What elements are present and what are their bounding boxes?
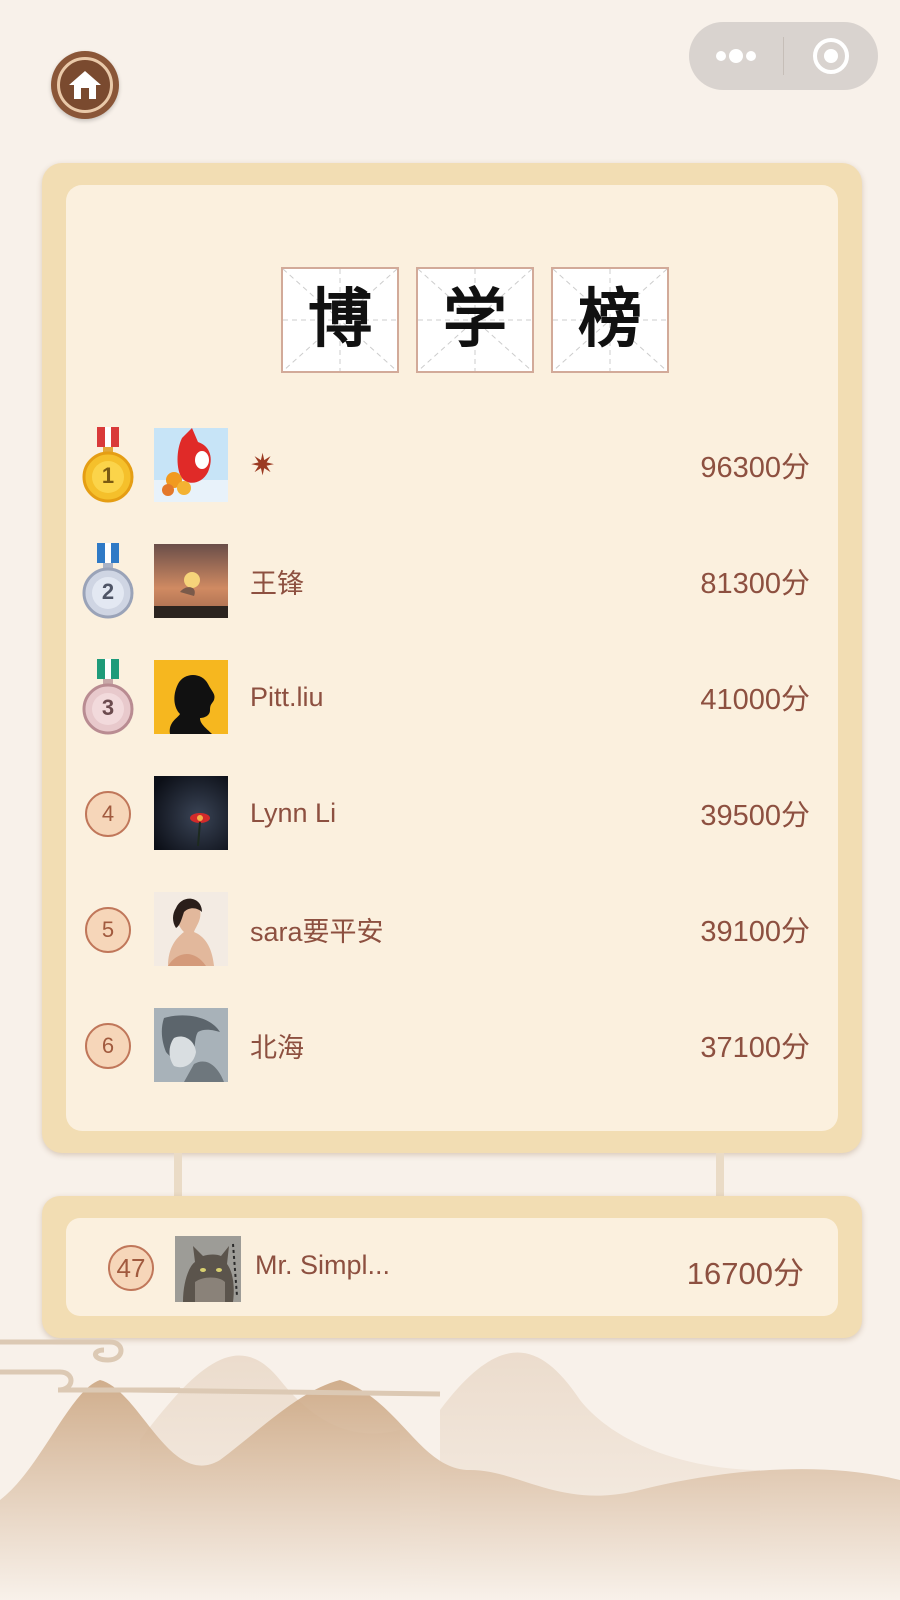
my-rank-panel[interactable]: 47 Mr. Simpl... 16700分 [66, 1218, 838, 1316]
leaderboard-panel: 博 学 榜 1 ✷ 96300分 2 王锋 81300分 3 Pitt.liu … [66, 185, 838, 1131]
rank-number: 6 [85, 1023, 131, 1069]
more-button[interactable] [689, 22, 783, 90]
leaderboard-row[interactable]: 4 Lynn Li 39500分 [66, 763, 838, 863]
cat-avatar [175, 1236, 241, 1302]
rank-badge: 4 [82, 773, 134, 853]
home-icon [57, 57, 113, 113]
player-score: 16700分 [686, 1256, 804, 1291]
my-rank-frame: 47 Mr. Simpl... 16700分 [42, 1196, 862, 1338]
player-name: ✷ [250, 448, 276, 482]
player-name: 王锋 [250, 568, 304, 599]
miniprogram-capsule [689, 22, 878, 90]
rank-badge: 6 [82, 1005, 134, 1085]
rank-badge: 5 [82, 889, 134, 969]
title-char-box: 博 [281, 267, 399, 373]
title-char-box: 榜 [551, 267, 669, 373]
player-name: Lynn Li [250, 797, 337, 828]
sunset-avatar [154, 544, 228, 618]
rank-number: 1 [101, 463, 115, 488]
leaderboard-row[interactable]: 2 王锋 81300分 [66, 531, 838, 631]
title-char: 榜 [578, 282, 642, 357]
leaderboard-row[interactable]: 3 Pitt.liu 41000分 [66, 647, 838, 747]
rank-number: 2 [101, 579, 115, 604]
rank-number: 3 [101, 695, 115, 720]
red-fox-avatar [154, 428, 228, 502]
gold-medal-icon: 1 [82, 425, 134, 505]
title-char: 博 [308, 282, 372, 357]
title-char: 学 [443, 282, 507, 357]
rank-number: 4 [85, 791, 131, 837]
rank-number: 47 [108, 1245, 154, 1291]
player-score: 39500分 [700, 800, 810, 832]
bronze-medal-icon: 3 [82, 657, 134, 737]
more-dots-icon [716, 49, 756, 63]
leaderboard-row[interactable]: 1 ✷ 96300分 [66, 415, 838, 515]
leaderboard-row[interactable]: 5 sara要平安 39100分 [66, 879, 838, 979]
leaderboard-row[interactable]: 6 北海 37100分 [66, 995, 838, 1095]
title-char-box: 学 [416, 267, 534, 373]
leaderboard-frame: 博 学 榜 1 ✷ 96300分 2 王锋 81300分 3 Pitt.liu … [42, 163, 862, 1153]
player-name: sara要平安 [250, 916, 384, 947]
player-name: Pitt.liu [250, 681, 324, 712]
player-name: 北海 [250, 1032, 304, 1063]
leaderboard-title: 博 学 榜 [281, 267, 669, 373]
player-score: 96300分 [700, 452, 810, 484]
silver-medal-icon: 2 [82, 541, 134, 621]
sketch-portrait-avatar [154, 1008, 228, 1082]
player-score: 81300分 [700, 568, 810, 600]
player-score: 39100分 [700, 916, 810, 948]
hanging-rope [174, 1153, 182, 1197]
hanging-rope [716, 1153, 724, 1197]
woman-portrait-avatar [154, 892, 228, 966]
player-name: Mr. Simpl... [255, 1250, 391, 1280]
dark-flower-avatar [154, 776, 228, 850]
rank-number: 5 [85, 907, 131, 953]
player-score: 37100分 [700, 1032, 810, 1064]
silhouette-avatar [154, 660, 228, 734]
player-score: 41000分 [700, 684, 810, 716]
target-close-icon [813, 38, 849, 74]
home-button[interactable] [51, 51, 119, 119]
close-button[interactable] [784, 22, 878, 90]
mountain-decoration [0, 1339, 900, 1600]
